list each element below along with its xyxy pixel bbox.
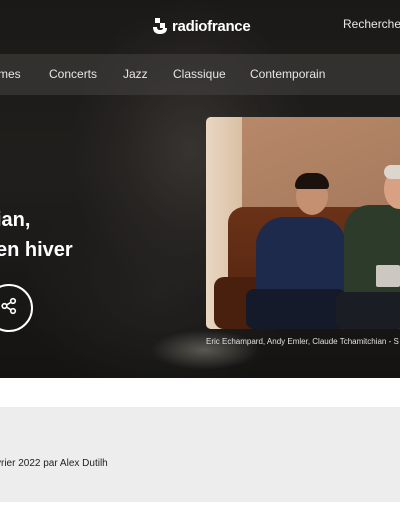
nav-item-classique[interactable]: Classique — [173, 67, 226, 81]
nav-item-jazz[interactable]: Jazz — [123, 67, 148, 81]
photo-caption: Eric Echampard, Andy Emler, Claude Tcham… — [206, 337, 399, 346]
title-line-2: en hiver — [0, 239, 73, 261]
nav-item-contemporain[interactable]: Contemporain — [250, 67, 325, 81]
share-icon — [0, 297, 18, 320]
nav-item-concerts[interactable]: Concerts — [49, 67, 97, 81]
article-photo — [206, 117, 400, 329]
top-bar: radiofrance Rechercher — [0, 0, 400, 54]
search-button[interactable]: Rechercher — [343, 17, 400, 31]
nav-item-emissions[interactable]: mes — [0, 67, 21, 81]
title-line-1: ian, — [0, 209, 31, 231]
page-title: ian, en hiver — [0, 205, 73, 265]
hero-light — [150, 330, 260, 370]
radiofrance-logo-icon — [152, 17, 168, 35]
site-logo[interactable]: radiofrance — [152, 15, 251, 37]
article-info-band — [0, 407, 400, 502]
logo-text: radiofrance — [172, 17, 251, 35]
main-nav: mes Concerts Jazz Classique Contemporain — [0, 54, 400, 95]
article-byline: vrier 2022 par Alex Dutilh — [0, 458, 108, 469]
hero-banner: radiofrance Rechercher mes Concerts Jazz… — [0, 0, 400, 378]
